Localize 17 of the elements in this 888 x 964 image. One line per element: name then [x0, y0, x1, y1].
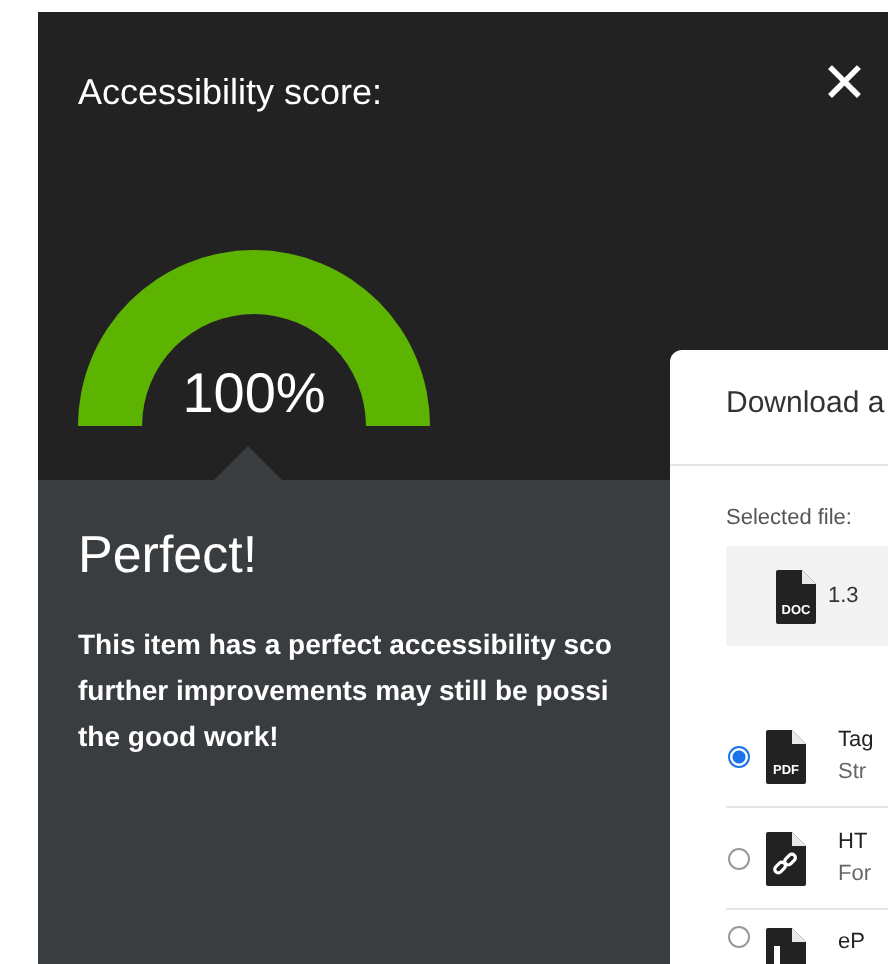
score-message: This item has a perfect accessibility sco further improvements may still be possi the good work! — [78, 626, 614, 756]
score-verdict: Perfect! — [78, 524, 258, 586]
panel-title: Accessibility score: — [78, 72, 383, 114]
format-description: For — [838, 860, 871, 890]
format-name: Tag — [838, 726, 874, 756]
format-description: Str — [838, 758, 869, 788]
format-radio[interactable] — [728, 745, 750, 767]
link-file-icon — [766, 830, 806, 886]
file-name: 1.3 — [828, 584, 859, 608]
format-name: HT — [838, 828, 870, 858]
format-radio[interactable] — [728, 847, 750, 869]
format-name: eP — [838, 928, 865, 958]
selected-file-label: Selected file: — [724, 504, 854, 530]
close-button[interactable]: ✕ — [821, 56, 868, 112]
score-percent: 100% — [180, 362, 328, 426]
dialog-title: Download a — [724, 384, 887, 424]
format-radio[interactable] — [728, 926, 750, 948]
